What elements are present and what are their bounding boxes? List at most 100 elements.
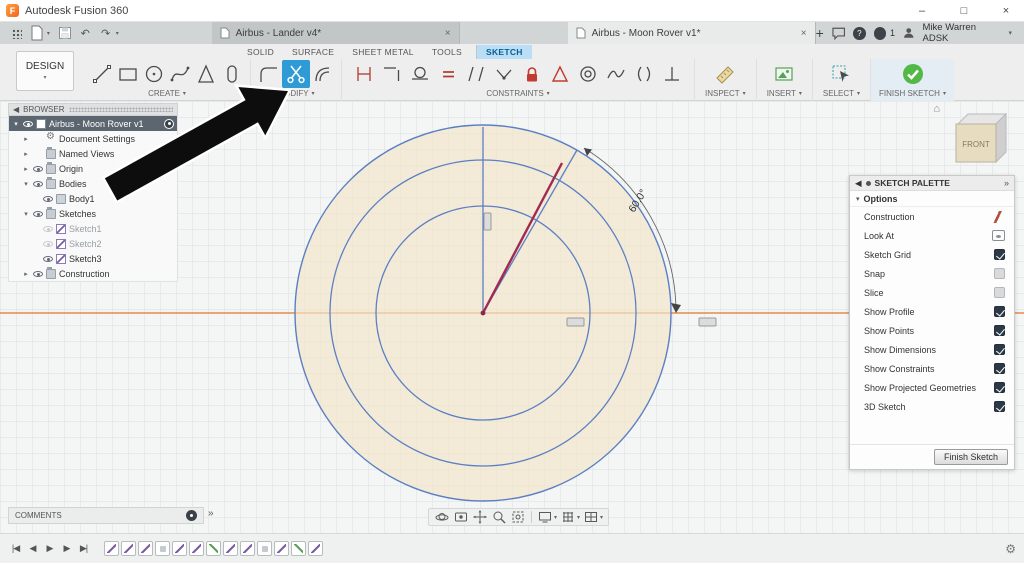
timeline-feature-icon[interactable]: [240, 541, 255, 556]
comments-panel[interactable]: COMMENTS: [8, 507, 204, 524]
visibility-eye-icon[interactable]: [33, 165, 43, 172]
browser-item-label[interactable]: Construction: [59, 269, 110, 279]
group-label-modify[interactable]: MODIFY ▾: [277, 89, 314, 98]
palette-option-control[interactable]: [990, 210, 1005, 223]
browser-tree-item[interactable]: ▾ Bodies: [9, 176, 177, 191]
browser-item-label[interactable]: Airbus - Moon Rover v1: [49, 119, 144, 129]
activate-component-radio[interactable]: [164, 118, 174, 129]
browser-item-label[interactable]: Document Settings: [59, 134, 135, 144]
chevron-down-icon[interactable]: ▾: [47, 30, 55, 37]
zoom-icon[interactable]: [491, 510, 507, 525]
home-view-icon[interactable]: ⌂: [933, 103, 940, 115]
palette-option-row[interactable]: Show Dimensions: [850, 340, 1014, 359]
palette-option-control[interactable]: [994, 325, 1005, 336]
timeline-feature-icon[interactable]: [206, 541, 221, 556]
palette-option-control[interactable]: [994, 306, 1005, 317]
app-grid-icon[interactable]: [6, 24, 26, 42]
timeline-feature-icon[interactable]: [104, 541, 119, 556]
undo-button[interactable]: ↶: [75, 24, 95, 42]
timeline-feature-icon[interactable]: [274, 541, 289, 556]
fix-constraint-button[interactable]: [518, 61, 546, 87]
ribbon-tab[interactable]: SHEET METAL: [343, 45, 423, 59]
finish-sketch-button[interactable]: [900, 61, 926, 87]
sketch-center-point[interactable]: [480, 310, 486, 316]
group-label-constraints[interactable]: CONSTRAINTS ▾: [486, 89, 549, 98]
finish-sketch-palette-button[interactable]: Finish Sketch: [933, 449, 1008, 465]
timeline-playback-button[interactable]: |◀: [8, 543, 23, 554]
palette-option-control[interactable]: [994, 249, 1005, 260]
user-name[interactable]: Mike Warren ADSK: [923, 22, 1001, 44]
visibility-eye-icon[interactable]: [33, 180, 43, 187]
grid-settings-icon[interactable]: [560, 510, 576, 525]
pan-icon[interactable]: [472, 510, 488, 525]
add-tab-button[interactable]: +: [816, 26, 824, 40]
browser-item-label[interactable]: Sketch1: [69, 224, 102, 234]
line-tool-button[interactable]: [89, 61, 115, 87]
close-tab-icon[interactable]: ×: [445, 28, 451, 39]
ribbon-tab[interactable]: SOLID: [238, 45, 283, 59]
browser-tree-item[interactable]: Sketch1: [9, 221, 177, 236]
ribbon-tab[interactable]: SKETCH: [476, 45, 532, 59]
equal-constraint-button[interactable]: [434, 61, 462, 87]
polygon-tool-button[interactable]: [193, 61, 219, 87]
timeline-feature-icon[interactable]: [121, 541, 136, 556]
palette-option-row[interactable]: Construction: [850, 207, 1014, 226]
chevron-down-icon[interactable]: ▾: [554, 514, 557, 521]
trim-tool-button[interactable]: [282, 59, 310, 88]
palette-option-row[interactable]: Show Profile: [850, 302, 1014, 321]
close-button[interactable]: ×: [988, 0, 1024, 21]
view-cube[interactable]: FRONT: [948, 106, 1012, 173]
timeline-feature-icon[interactable]: [155, 541, 170, 556]
spline-tool-button[interactable]: [167, 61, 193, 87]
timeline-feature-icon[interactable]: [223, 541, 238, 556]
palette-option-control[interactable]: [994, 382, 1005, 393]
expand-arrow-icon[interactable]: ▾: [22, 210, 30, 218]
browser-item-label[interactable]: Sketches: [59, 209, 96, 219]
select-tool-button[interactable]: [828, 61, 854, 87]
visibility-eye-icon[interactable]: [33, 210, 43, 217]
timeline-gear-icon[interactable]: ⚙: [1005, 542, 1016, 556]
ribbon-tab[interactable]: SURFACE: [283, 45, 343, 59]
expand-arrow-icon[interactable]: ▸: [22, 165, 30, 173]
browser-tree-item[interactable]: Body1: [9, 191, 177, 206]
document-tab[interactable]: Airbus - Lander v4* ×: [211, 22, 460, 44]
expand-arrow-icon[interactable]: ▸: [22, 270, 30, 278]
browser-tree-item[interactable]: ▸ Origin: [9, 161, 177, 176]
expand-arrow-icon[interactable]: ▸: [22, 135, 30, 143]
comment-bubble-icon[interactable]: [832, 27, 845, 40]
file-new-icon[interactable]: [26, 24, 46, 42]
expand-arrow-icon[interactable]: ▸: [22, 150, 30, 158]
insert-tool-button[interactable]: [771, 61, 797, 87]
palette-option-row[interactable]: Show Projected Geometries: [850, 378, 1014, 397]
perpendicular-constraint-button[interactable]: [658, 61, 686, 87]
fillet-tool-button[interactable]: [256, 61, 282, 87]
maximize-button[interactable]: □: [946, 0, 982, 21]
palette-option-control[interactable]: [994, 363, 1005, 374]
palette-option-row[interactable]: 3D Sketch: [850, 397, 1014, 416]
visibility-eye-icon[interactable]: [33, 270, 43, 277]
visibility-eye-icon[interactable]: [43, 195, 53, 202]
comments-target-icon[interactable]: [186, 510, 197, 521]
timeline-feature-icon[interactable]: [308, 541, 323, 556]
browser-tree-item[interactable]: ▾ Airbus - Moon Rover v1: [9, 116, 177, 131]
midpoint-constraint-button[interactable]: [490, 61, 518, 87]
measure-tool-button[interactable]: [712, 61, 738, 87]
ribbon-tab[interactable]: TOOLS: [423, 45, 471, 59]
timeline-feature-icon[interactable]: [291, 541, 306, 556]
help-icon[interactable]: ?: [853, 26, 866, 40]
palette-option-control[interactable]: [994, 344, 1005, 355]
palette-option-control[interactable]: [994, 287, 1005, 298]
display-settings-icon[interactable]: [537, 510, 553, 525]
collapse-panel-icon[interactable]: ◀: [855, 178, 862, 189]
save-button[interactable]: [55, 24, 75, 42]
slot-tool-button[interactable]: [219, 61, 245, 87]
palette-option-row[interactable]: Snap: [850, 264, 1014, 283]
palette-option-control[interactable]: [994, 401, 1005, 412]
document-tab[interactable]: Airbus - Moon Rover v1* ×: [567, 22, 816, 44]
chevron-down-icon[interactable]: ▾: [116, 30, 124, 37]
parallel-constraint-button[interactable]: [462, 61, 490, 87]
palette-option-row[interactable]: Show Points: [850, 321, 1014, 340]
timeline-playback-button[interactable]: ▶: [59, 543, 74, 554]
timeline-feature-icon[interactable]: [189, 541, 204, 556]
sketch-handle[interactable]: [566, 317, 585, 327]
